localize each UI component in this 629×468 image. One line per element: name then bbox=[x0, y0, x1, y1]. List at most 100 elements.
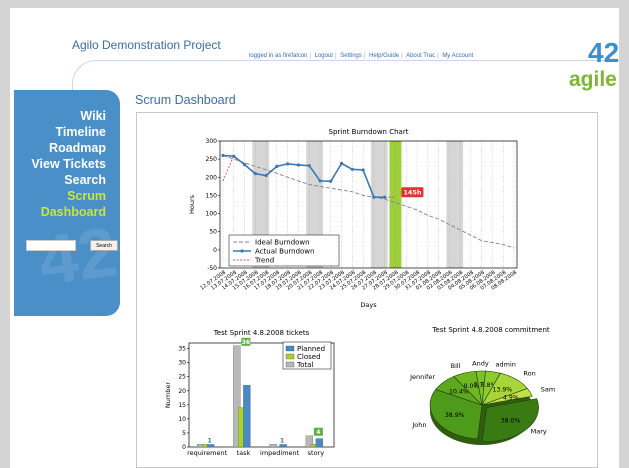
logout-link[interactable]: Logout bbox=[315, 53, 333, 59]
y-tick-label: 10 bbox=[178, 416, 186, 423]
pie-name-label: Andy bbox=[472, 360, 489, 368]
agile42-logo-icon[interactable]: 42 agile bbox=[568, 36, 622, 94]
help-guide-link[interactable]: Help/Guide bbox=[369, 53, 399, 59]
legend-swatch bbox=[285, 361, 295, 368]
bar-planned bbox=[279, 444, 287, 448]
actual-burndown-point bbox=[307, 164, 311, 168]
header-divider bbox=[72, 60, 629, 91]
bar-data-label: 4 bbox=[316, 429, 320, 436]
my-account-link[interactable]: My Account bbox=[442, 53, 473, 59]
bar-data-label: 1 bbox=[280, 437, 284, 444]
sidebar: 42 agile Wiki Timeline Roadmap View Tick… bbox=[14, 90, 120, 316]
svg-text:agile: agile bbox=[569, 68, 617, 91]
nav-item-scrum[interactable]: Scrum bbox=[31, 188, 106, 204]
x-tick-label: task bbox=[237, 449, 251, 457]
burndown-title: Sprint Burndown Chart bbox=[329, 128, 409, 136]
legend-label: Planned bbox=[297, 345, 325, 353]
burndown-y-axis-label: Hours bbox=[188, 194, 196, 214]
page-title: Scrum Dashboard bbox=[135, 93, 236, 107]
y-tick-label: 25 bbox=[178, 374, 186, 381]
y-tick-label: 300 bbox=[206, 138, 218, 145]
svg-text:42: 42 bbox=[588, 37, 619, 68]
actual-burndown-point bbox=[286, 162, 290, 166]
tickets-y-axis-label: Number bbox=[164, 382, 172, 408]
actual-burndown-point bbox=[372, 195, 376, 199]
actual-burndown-point bbox=[264, 173, 268, 178]
burndown-x-axis-label: Days bbox=[360, 301, 377, 309]
pie-name-label: admin bbox=[496, 360, 516, 368]
y-tick-label: 250 bbox=[206, 156, 218, 163]
nav-item-search[interactable]: Search bbox=[31, 172, 106, 188]
weekend-band bbox=[370, 141, 388, 268]
logged-in-status: logged in as firefalcon bbox=[249, 53, 308, 59]
y-tick-label: 5 bbox=[182, 430, 186, 437]
pie-value-label: 13.9% bbox=[493, 387, 513, 394]
legend-marker bbox=[240, 249, 244, 253]
actual-burndown-point bbox=[221, 153, 225, 158]
y-tick-label: 35 bbox=[178, 346, 186, 353]
actual-burndown-point bbox=[296, 163, 301, 167]
y-tick-label: 100 bbox=[206, 211, 218, 218]
legend-label: Trend bbox=[254, 257, 274, 265]
actual-burndown-point bbox=[361, 168, 365, 172]
x-tick-label: story bbox=[308, 449, 325, 457]
nav-item-view-tickets[interactable]: View Tickets bbox=[31, 156, 106, 172]
pie-name-label: Sam bbox=[541, 385, 555, 393]
actual-burndown-point bbox=[350, 167, 354, 171]
dashboard-panel: Sprint Burndown Chart -50 0 50 100 150 200 250 3… bbox=[136, 112, 598, 468]
legend-label: Actual Burndown bbox=[255, 248, 314, 256]
x-tick-label: requirement bbox=[187, 449, 228, 457]
actual-burndown-point bbox=[318, 179, 322, 183]
bar-planned bbox=[206, 444, 215, 448]
tickets-title: Test Sprint 4.8.2008 tickets bbox=[213, 329, 310, 337]
legend-swatch bbox=[285, 345, 295, 352]
search-input[interactable] bbox=[26, 240, 76, 251]
pie-value-label: 38.9% bbox=[445, 412, 465, 419]
legend-swatch bbox=[285, 353, 295, 360]
y-tick-label: 200 bbox=[206, 174, 218, 181]
legend-label: Total bbox=[296, 361, 313, 369]
actual-burndown-point bbox=[275, 164, 279, 168]
actual-burndown-point bbox=[232, 154, 236, 158]
nav-item-roadmap[interactable]: Roadmap bbox=[31, 140, 106, 156]
pie-name-label: Bill bbox=[451, 362, 461, 370]
bar-planned bbox=[243, 385, 251, 448]
legend-label: Closed bbox=[297, 353, 321, 361]
y-tick-label: 20 bbox=[178, 388, 186, 395]
pie-name-label: Ron bbox=[523, 370, 535, 378]
bar-data-label: 1 bbox=[208, 437, 212, 444]
x-tick-label: impediment bbox=[260, 449, 300, 457]
search-button[interactable]: Search bbox=[90, 240, 118, 251]
nav-item-timeline[interactable]: Timeline bbox=[31, 124, 106, 140]
weekend-band bbox=[446, 141, 464, 268]
bar-planned bbox=[315, 438, 324, 448]
nav-item-wiki[interactable]: Wiki bbox=[31, 108, 106, 124]
y-tick-label: 50 bbox=[209, 229, 217, 236]
y-tick-label: -50 bbox=[207, 265, 217, 272]
pie-value-label: 38.0% bbox=[501, 418, 521, 425]
y-tick-label: 150 bbox=[206, 192, 218, 199]
actual-burndown-point bbox=[253, 172, 257, 176]
dashboard-charts: Sprint Burndown Chart-500501001502002503… bbox=[164, 128, 555, 457]
pie-value-label: 4.9% bbox=[503, 394, 519, 401]
actual-burndown-point bbox=[339, 161, 344, 166]
actual-burndown-point bbox=[383, 195, 387, 199]
pie-name-label: Mary bbox=[531, 428, 547, 436]
y-tick-label: 15 bbox=[178, 402, 186, 409]
settings-link[interactable]: Settings bbox=[340, 53, 362, 59]
y-tick-label: 30 bbox=[178, 360, 186, 367]
actual-burndown-point bbox=[242, 162, 247, 167]
commitment-title: Test Sprint 4.8.2008 commitment bbox=[431, 326, 550, 334]
actual-burndown-line bbox=[222, 154, 385, 198]
actual-burndown-point bbox=[329, 179, 333, 183]
bar-total bbox=[269, 444, 277, 448]
main-navigation: Wiki Timeline Roadmap View Tickets Searc… bbox=[31, 108, 106, 220]
pie-name-label: John bbox=[411, 421, 426, 429]
pie-name-label: Jennifer bbox=[409, 373, 435, 381]
remaining-hours-label: 145h bbox=[403, 189, 422, 197]
y-tick-label: 0 bbox=[182, 444, 186, 451]
about-trac-link[interactable]: About Trac bbox=[406, 53, 435, 59]
project-title[interactable]: Agilo Demonstration Project bbox=[72, 38, 221, 52]
y-tick-label: 0 bbox=[213, 247, 217, 254]
nav-item-dashboard[interactable]: Dashboard bbox=[31, 204, 106, 220]
